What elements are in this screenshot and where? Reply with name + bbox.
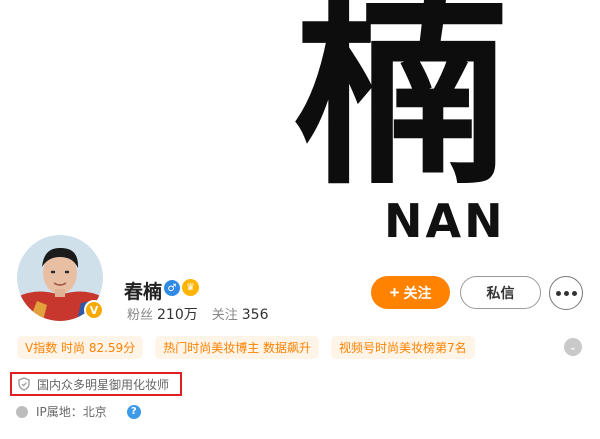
certification-row: 国内众多明星御用化妆师 <box>10 372 182 396</box>
following-count[interactable]: 356 <box>242 307 269 323</box>
message-button[interactable]: 私信 <box>460 276 541 309</box>
help-icon[interactable]: ? <box>126 404 141 419</box>
shield-icon <box>18 377 30 391</box>
more-options-button[interactable] <box>549 276 583 310</box>
cover-english-text: NAN <box>384 194 506 248</box>
message-label: 私信 <box>486 284 515 301</box>
follow-label: 关注 <box>403 284 432 301</box>
certification-text: 国内众多明星御用化妆师 <box>37 377 170 392</box>
fans-count[interactable]: 210万 <box>157 307 198 323</box>
more-dot-icon <box>563 290 569 296</box>
ip-location-row: IP属地：北京 ? <box>16 403 141 420</box>
tag-video-rank[interactable]: 视频号时尚美妆榜第7名 <box>331 336 475 359</box>
crown-icon[interactable]: ♛ <box>182 279 199 296</box>
tag-hot-blogger[interactable]: 热门时尚美妆博主 数据飙升 <box>155 336 320 359</box>
profile-stats: 粉丝 210万 关注 356 <box>127 304 269 324</box>
following-label: 关注 <box>211 308 238 323</box>
more-dot-icon <box>555 290 561 296</box>
more-dot-icon <box>571 290 577 296</box>
fans-label: 粉丝 <box>127 308 154 323</box>
expand-chevron-icon[interactable]: ⌄ <box>564 338 582 356</box>
location-icon <box>16 405 28 418</box>
male-gender-icon: ♂ <box>164 280 180 296</box>
cover-banner: 楠 NAN <box>0 0 600 275</box>
verified-badge-icon: V <box>84 300 104 320</box>
follow-button[interactable]: + 关注 <box>371 276 450 309</box>
plus-icon: + <box>389 282 400 302</box>
cover-calligraphy: 楠 <box>294 0 508 214</box>
tag-v-index[interactable]: V指数 时尚 82.59分 <box>17 336 144 359</box>
profile-name: 春楠 <box>124 281 163 303</box>
ip-location-text: IP属地：北京 <box>36 405 107 419</box>
profile-tags: V指数 时尚 82.59分 热门时尚美妆博主 数据飙升 视频号时尚美妆榜第7名 <box>17 336 475 359</box>
